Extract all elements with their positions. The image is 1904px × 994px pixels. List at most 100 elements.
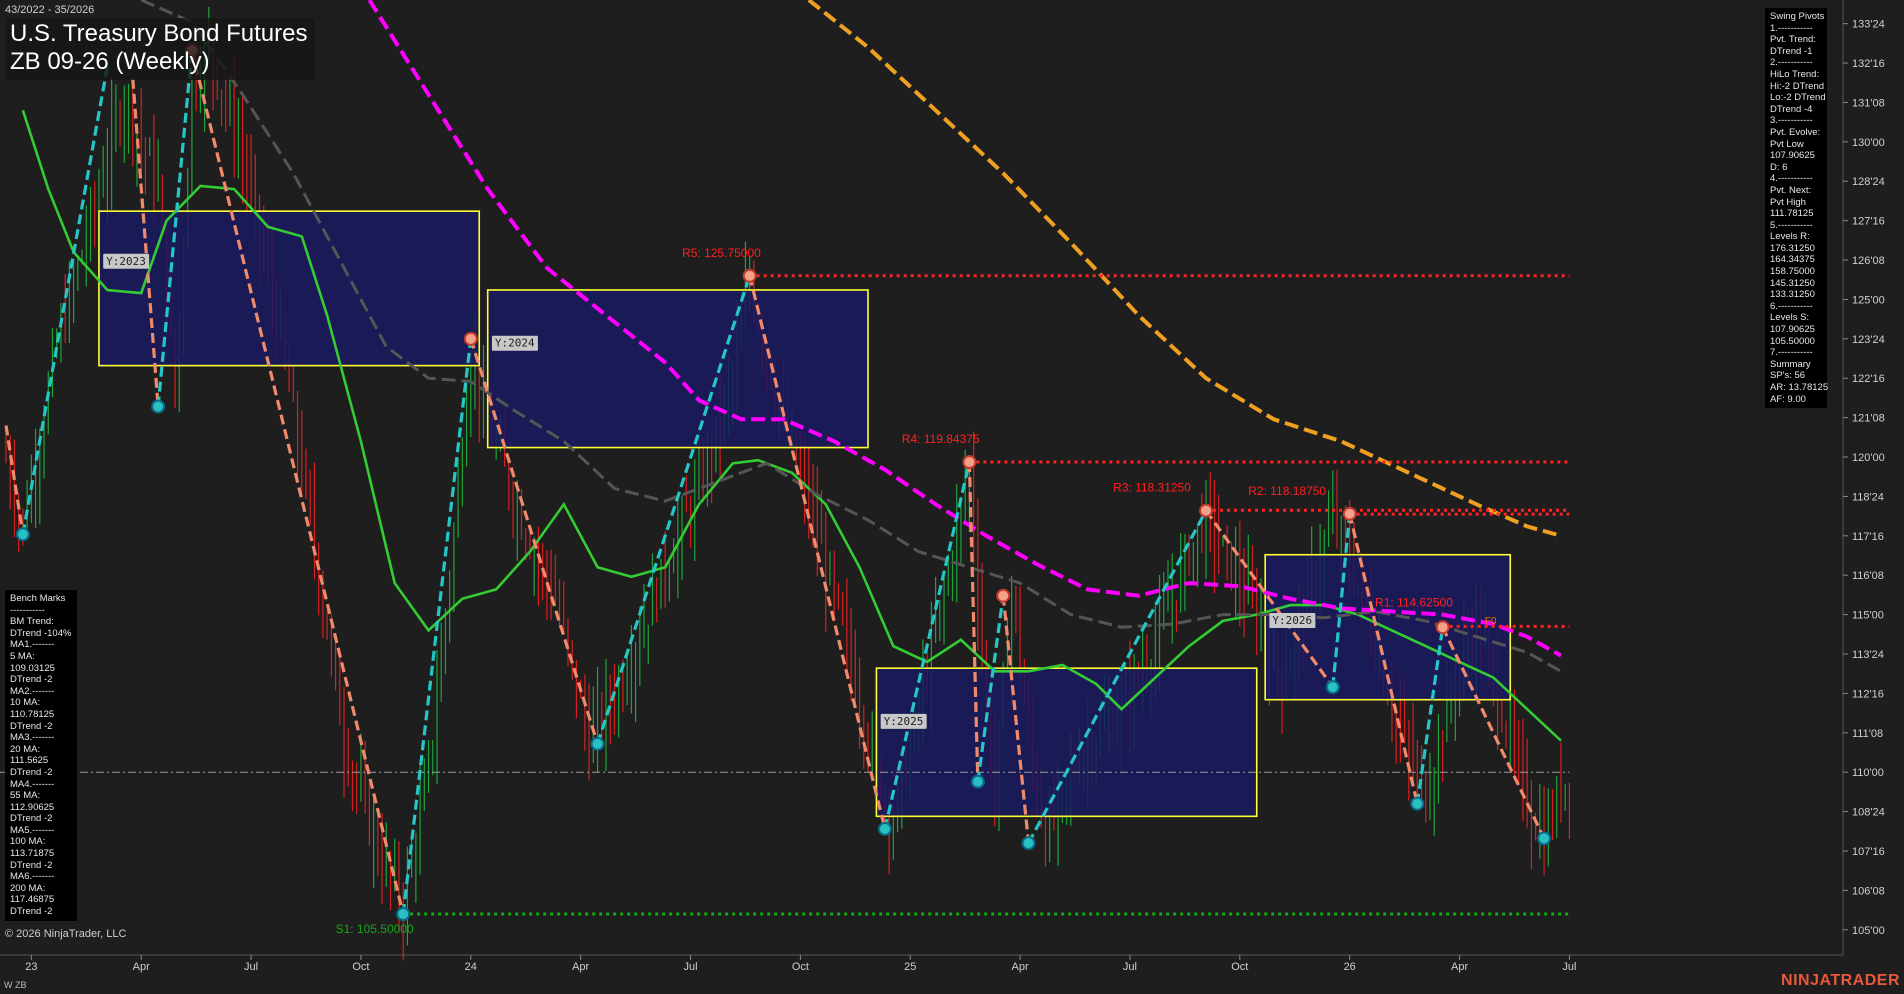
level-label: S1: 105.50000	[336, 922, 414, 936]
swing-panel-line: 176.31250	[1770, 242, 1815, 254]
year-box	[98, 210, 481, 367]
pivot-low-marker	[1537, 831, 1552, 846]
x-tick-label: Jul	[683, 961, 697, 973]
bench-panel-line: 10 MA:	[10, 697, 41, 709]
swing-panel-line: 3.-----------	[1770, 115, 1813, 127]
swing-panel-line: Pvt. Evolve:	[1770, 126, 1821, 138]
y-tick-label: 132'16	[1852, 58, 1885, 70]
bench-marks-panel: Bench Marks ----------- BM Trend: DTrend -1…	[5, 590, 77, 921]
x-axis[interactable]: 23 Apr Jul Oct 24 Apr Jul Oct 25 Apr Jul Oct 26 Apr Ju…	[0, 954, 1843, 973]
swing-panel-line: D: 6	[1770, 161, 1788, 173]
bench-panel-line: DTrend -2	[10, 859, 53, 871]
swing-panel-line: SP's: 56	[1770, 370, 1806, 382]
swing-panel-line: Pvt. Next:	[1770, 184, 1812, 196]
level-label: R3: 118.31250	[1113, 481, 1191, 495]
swing-panel-line: 145.31250	[1770, 277, 1815, 289]
y-tick-label: 111'08	[1852, 728, 1883, 740]
x-tick-label: 26	[1344, 961, 1356, 973]
pivot-high-marker	[1199, 503, 1214, 518]
x-tick-label: Oct	[792, 961, 809, 973]
pivot-low-marker	[590, 736, 605, 751]
bench-panel-line: 55 MA:	[10, 790, 41, 802]
swing-panel-line: 2.-----------	[1770, 57, 1813, 69]
y-tick-label: 117'16	[1852, 531, 1884, 543]
x-tick-label: 25	[904, 961, 916, 973]
bench-panel-line: DTrend -2	[10, 906, 53, 918]
y-axis[interactable]: 133'24 132'16 131'08 130'00 128'24 127'16 126'…	[1842, 0, 1904, 955]
level-label: R1: 114.62500	[1375, 596, 1453, 610]
swing-panel-line: Pvt High	[1770, 196, 1806, 208]
x-tick-label: 24	[465, 961, 477, 973]
y-tick-label: 123'24	[1852, 334, 1885, 346]
bench-panel-line: DTrend -2	[10, 674, 53, 686]
x-tick-label: Oct	[352, 961, 369, 973]
swing-panel-line: AF: 9.00	[1770, 393, 1806, 405]
year-box	[486, 289, 869, 449]
x-tick-label: Jul	[1123, 961, 1137, 973]
y-tick-label: 133'24	[1852, 19, 1885, 31]
level-label: R2: 118.18750	[1248, 484, 1326, 498]
y-tick-label: 110'00	[1852, 767, 1884, 779]
bench-panel-line: 110.78125	[10, 708, 55, 720]
bench-panel-line: 200 MA:	[10, 882, 46, 894]
bench-panel-line: 20 MA:	[10, 743, 41, 755]
x-tick-label: Jul	[244, 961, 258, 973]
pivot-low-marker	[877, 821, 892, 836]
chart-title: U.S. Treasury Bond Futures ZB 09-26 (Wee…	[6, 18, 316, 80]
swing-panel-line: DTrend -4	[1770, 103, 1813, 115]
bench-panel-line: DTrend -2	[10, 720, 53, 732]
swing-panel-line: 133.31250	[1770, 289, 1815, 301]
y-tick-label: 107'16	[1852, 846, 1885, 858]
price-chart[interactable]: R5: 125.75000 R4: 119.84375 R3: 118.31250 R…	[0, 0, 1904, 994]
swing-panel-line: Levels S:	[1770, 312, 1810, 324]
bench-panel-line: DTrend -2	[10, 813, 53, 825]
y-tick-label: 122'16	[1852, 373, 1885, 385]
pivot-high-marker	[1342, 506, 1357, 521]
y-tick-label: 121'08	[1852, 413, 1885, 425]
pivot-high-marker	[463, 331, 478, 346]
swing-panel-line: Summary	[1770, 358, 1811, 370]
bench-panel-line: DTrend -104%	[10, 627, 72, 639]
bench-panel-line: 112.90625	[10, 801, 55, 813]
copyright: © 2026 NinjaTrader, LLC	[5, 928, 127, 940]
pivot-high-marker	[1435, 620, 1450, 635]
swing-panel-line: Levels R:	[1770, 231, 1810, 243]
y-tick-label: 120'00	[1852, 452, 1885, 464]
swing-panel-line: AR: 13.78125	[1770, 382, 1829, 393]
x-tick-label: Oct	[1231, 961, 1248, 973]
y-tick-label: 108'24	[1852, 807, 1885, 819]
bench-panel-line: DTrend -2	[10, 766, 53, 778]
pivot-low-marker	[970, 774, 985, 789]
pivot-high-marker	[962, 455, 977, 470]
bench-panel-line: 113.71875	[10, 848, 55, 860]
pivot-high-marker	[996, 588, 1011, 603]
swing-panel-line: 105.50000	[1770, 335, 1815, 347]
swing-panel-line: Hi:-2 DTrend	[1770, 80, 1825, 92]
x-tick-label: Apr	[1451, 961, 1468, 973]
y-tick-label: 113'24	[1852, 649, 1884, 661]
f0-marker: F0	[1485, 616, 1497, 627]
y-tick-label: 130'00	[1852, 137, 1885, 149]
year-label-text: Y:2024	[495, 337, 535, 350]
year-label-text: Y:2026	[1272, 614, 1312, 627]
swing-panel-line: 4.-----------	[1770, 173, 1813, 185]
instrument-title: U.S. Treasury Bond Futures	[10, 20, 308, 47]
bench-panel-line: 117.46875	[10, 894, 55, 906]
swing-panel-line: Swing Pivots	[1770, 11, 1825, 22]
bench-panel-line: 5 MA:	[10, 650, 35, 662]
pivot-low-marker	[1325, 680, 1340, 695]
swing-panel-line: Pvt. Trend:	[1770, 34, 1816, 46]
ninjatrader-logo: NINJATRADER	[1781, 972, 1900, 989]
swing-pivots-panel: Swing Pivots 1.----------- Pvt. Trend: DTre…	[1765, 8, 1829, 409]
swing-panel-line: 158.75000	[1770, 266, 1815, 278]
pivot-low-marker	[1410, 796, 1425, 811]
pivot-low-marker	[15, 527, 30, 542]
year-label: Y:2024	[491, 335, 538, 351]
year-label: Y:2023	[103, 253, 150, 269]
swing-panel-line: 6.-----------	[1770, 300, 1813, 312]
year-label: Y:2026	[1269, 613, 1316, 629]
swing-panel-line: Pvt Low	[1770, 138, 1804, 150]
y-tick-label: 125'00	[1852, 294, 1885, 306]
year-box	[875, 667, 1258, 818]
swing-panel-line: HiLo Trend:	[1770, 68, 1820, 80]
